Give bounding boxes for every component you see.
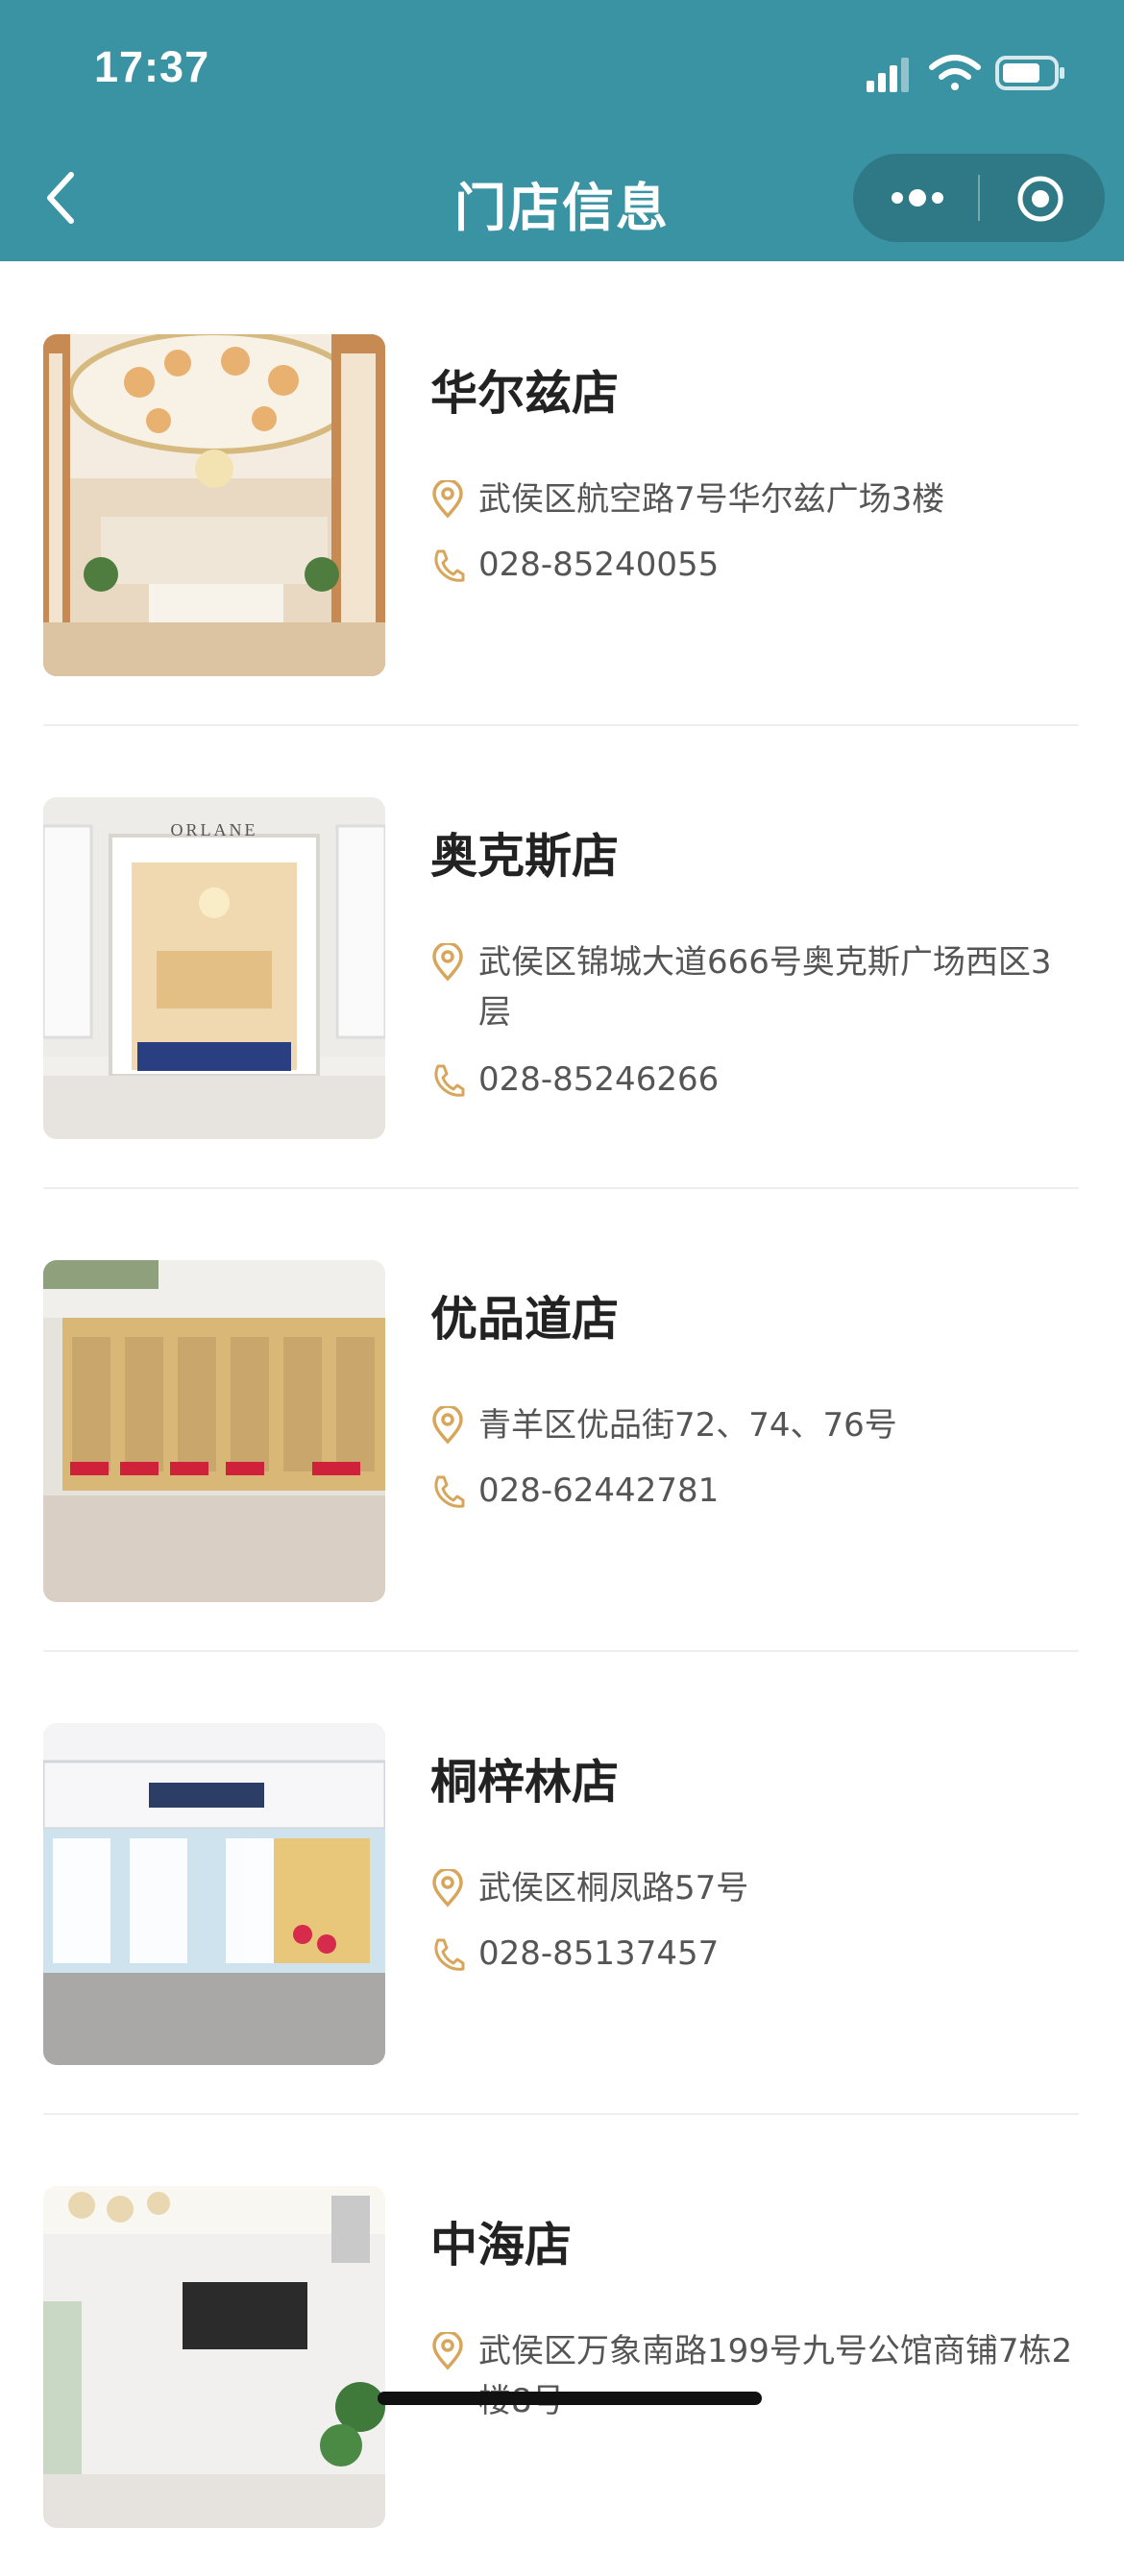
status-time: 17:37	[94, 42, 210, 91]
location-pin-icon	[432, 1406, 463, 1445]
store-item[interactable]: 桐梓林店 武侯区桐凤路57号 028-85137457	[43, 1650, 1079, 2115]
signal-icon	[867, 58, 909, 92]
store-address: 武侯区锦城大道666号奥克斯广场西区3层	[478, 943, 1052, 1032]
store-phone: 028-85137457	[478, 1934, 720, 1973]
phone-icon	[434, 1475, 465, 1508]
store-name: 中海店	[430, 2218, 573, 2272]
store-address: 武侯区万象南路199号九号公馆商铺7栋2楼8号	[478, 2332, 1073, 2420]
store-phone: 028-85246266	[478, 1060, 720, 1099]
store-item[interactable]: 中海店 武侯区万象南路199号九号公馆商铺7栋2楼8号	[43, 2113, 1079, 2576]
store-name: 桐梓林店	[430, 1755, 620, 1810]
location-pin-icon	[432, 1869, 463, 1908]
more-dots-icon[interactable]	[890, 182, 945, 213]
store-photo	[43, 1260, 385, 1602]
wifi-icon	[929, 55, 981, 90]
phone-icon	[434, 549, 465, 582]
store-address: 武侯区航空路7号华尔兹广场3楼	[478, 480, 945, 519]
capsule-divider	[978, 175, 980, 221]
store-address: 武侯区桐凤路57号	[478, 1869, 749, 1908]
store-name: 华尔兹店	[430, 366, 620, 421]
phone-icon	[434, 1064, 465, 1097]
location-pin-icon	[432, 480, 463, 519]
location-pin-icon	[432, 943, 463, 982]
store-photo	[43, 1723, 385, 2065]
miniprogram-capsule	[853, 154, 1105, 242]
location-pin-icon	[432, 2332, 463, 2370]
app-header: 17:37 门店信息	[0, 0, 1124, 261]
store-item[interactable]: 华尔兹店 武侯区航空路7号华尔兹广场3楼 028-85240055	[43, 261, 1079, 726]
store-name: 奥克斯店	[430, 829, 620, 884]
store-photo	[43, 2186, 385, 2528]
status-icons	[867, 55, 1064, 92]
store-phone: 028-62442781	[478, 1471, 720, 1510]
store-address: 青羊区优品街72、74、76号	[478, 1406, 897, 1445]
store-item[interactable]: 优品道店 青羊区优品街72、74、76号 028-62442781	[43, 1187, 1079, 1652]
store-photo	[43, 334, 385, 676]
store-photo: ORLANE	[43, 797, 385, 1139]
home-indicator[interactable]	[378, 2392, 762, 2405]
battery-icon	[995, 56, 1064, 90]
store-name: 优品道店	[430, 1292, 620, 1347]
store-phone: 028-85240055	[478, 546, 720, 584]
target-circle-icon[interactable]	[1016, 175, 1064, 223]
phone-icon	[434, 1938, 465, 1971]
store-sign: ORLANE	[171, 820, 258, 839]
store-item[interactable]: ORLANE 奥克斯店 武侯区锦城大道666号奥克斯广场西区3层 028-852…	[43, 724, 1079, 1189]
